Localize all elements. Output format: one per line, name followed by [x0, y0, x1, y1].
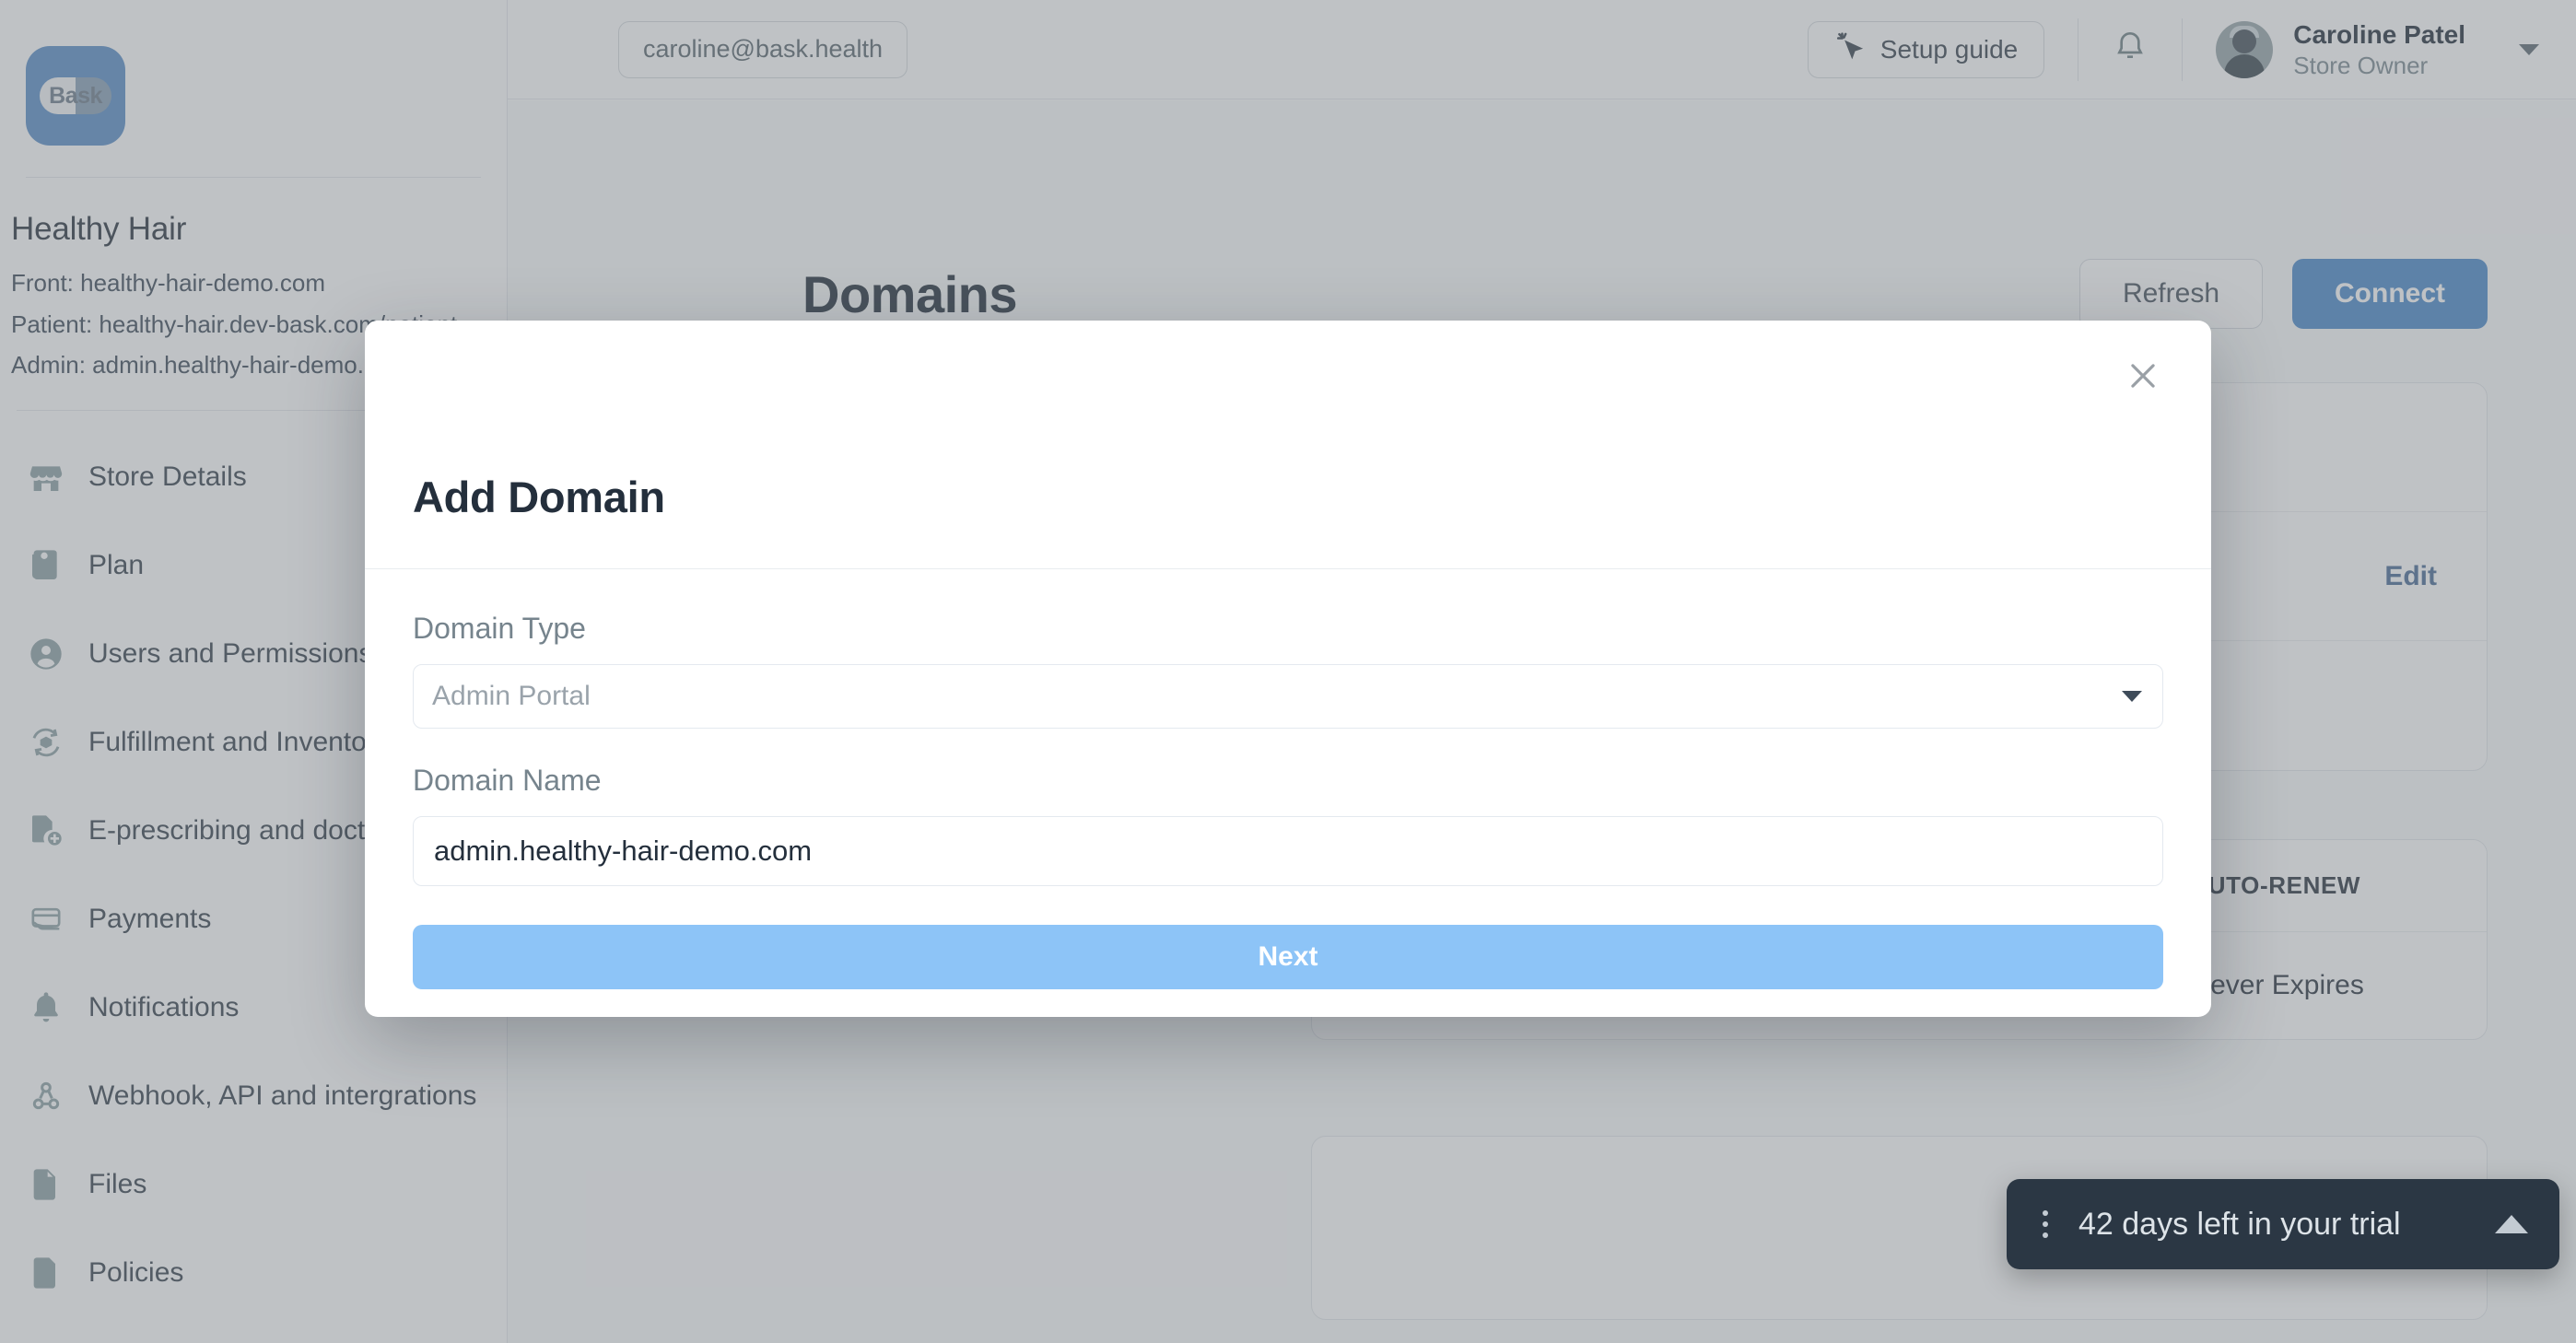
- domain-type-value: Admin Portal: [432, 681, 591, 712]
- sidebar-item-sales-channels[interactable]: Sales Channels: [0, 1317, 507, 1343]
- domain-type-select[interactable]: Admin Portal: [413, 664, 2163, 729]
- sidebar-item-label: Payments: [88, 904, 211, 935]
- modal-header: Add Domain: [365, 321, 2211, 569]
- sidebar-item-files[interactable]: Files: [0, 1140, 507, 1229]
- account-email-text: caroline@bask.health: [643, 35, 883, 64]
- next-button[interactable]: Next: [413, 925, 2163, 989]
- sidebar-item-label: Plan: [88, 550, 144, 581]
- chevron-down-icon: [2122, 691, 2142, 702]
- account-email-chip[interactable]: caroline@bask.health: [618, 21, 907, 78]
- trial-banner-text: 42 days left in your trial: [2078, 1207, 2401, 1243]
- bask-logo-text: Bask: [49, 83, 102, 110]
- bell-icon: [28, 989, 64, 1026]
- policy-document-icon: [28, 1255, 64, 1291]
- sidebar-item-label: E-prescribing and doctors: [88, 815, 404, 847]
- more-options-icon[interactable]: [2038, 1210, 2053, 1238]
- bask-logo[interactable]: Bask: [26, 46, 125, 146]
- page-title: Domains: [802, 264, 1017, 324]
- clipboard-icon: [28, 547, 64, 584]
- sidebar-item-label: Fulfillment and Inventory: [88, 727, 390, 758]
- user-info: Caroline Patel Store Owner: [2293, 18, 2465, 81]
- topbar-right-group: Setup guide: [1808, 0, 2576, 99]
- page-header: Domains Refresh Connect: [508, 100, 2576, 329]
- sidebar-item-label: Users and Permissions: [88, 638, 372, 670]
- notifications-button[interactable]: [2112, 29, 2149, 70]
- sidebar-item-label: Policies: [88, 1257, 183, 1289]
- page-actions: Refresh Connect: [2079, 259, 2488, 329]
- connect-button[interactable]: Connect: [2292, 259, 2488, 329]
- modal-title: Add Domain: [413, 472, 665, 522]
- avatar: [2216, 21, 2273, 78]
- domain-name-label: Domain Name: [413, 764, 2163, 798]
- user-name: Caroline Patel: [2293, 18, 2465, 51]
- sidebar-item-webhook-api-and-intergrations[interactable]: Webhook, API and intergrations: [0, 1052, 507, 1140]
- trial-banner[interactable]: 42 days left in your trial: [2007, 1179, 2559, 1269]
- domain-name-input[interactable]: [413, 816, 2163, 886]
- user-role: Store Owner: [2293, 51, 2465, 81]
- brand-divider: [26, 177, 481, 178]
- prescription-icon: [28, 812, 64, 849]
- user-circle-icon: [28, 636, 64, 672]
- field-spacer: [413, 729, 2163, 764]
- column-header-auto-renew: AUTO-RENEW: [2190, 871, 2442, 900]
- domain-type-label: Domain Type: [413, 612, 2163, 646]
- payment-card-icon: [28, 901, 64, 938]
- chevron-down-icon: [2519, 44, 2539, 55]
- topbar-separator-2: [2182, 18, 2183, 81]
- file-icon: [28, 1166, 64, 1203]
- store-name: Healthy Hair: [11, 211, 507, 248]
- sidebar-item-label: Notifications: [88, 992, 239, 1023]
- user-menu[interactable]: Caroline Patel Store Owner: [2216, 18, 2576, 81]
- card-row-action[interactable]: Edit: [2384, 561, 2437, 592]
- bell-icon: [2112, 29, 2149, 70]
- storefront-icon: [28, 459, 64, 496]
- modal-body: Domain Type Admin Portal Domain Name Nex…: [365, 569, 2211, 989]
- setup-guide-label: Setup guide: [1880, 35, 2018, 64]
- store-url-front: Front: healthy-hair-demo.com: [11, 263, 507, 304]
- sidebar-item-label: Webhook, API and intergrations: [88, 1080, 476, 1112]
- sparkle-cursor-icon: [1834, 30, 1866, 68]
- box-refresh-icon: [28, 724, 64, 761]
- refresh-button[interactable]: Refresh: [2079, 259, 2263, 329]
- sidebar-item-label: Files: [88, 1169, 146, 1200]
- close-icon[interactable]: [2113, 346, 2172, 405]
- cell-auto-renew: Never Expires: [2190, 970, 2442, 1001]
- chevron-up-icon[interactable]: [2495, 1215, 2528, 1233]
- add-domain-modal: Add Domain Domain Type Admin Portal Doma…: [365, 321, 2211, 1017]
- webhook-icon: [28, 1078, 64, 1115]
- sidebar-item-policies[interactable]: Policies: [0, 1229, 507, 1317]
- bask-logo-pill: Bask: [40, 77, 111, 114]
- topbar: caroline@bask.health Setup guide: [508, 0, 2576, 99]
- app-root: Bask Healthy Hair Front: healthy-hair-de…: [0, 0, 2576, 1343]
- sidebar-item-label: Store Details: [88, 461, 247, 493]
- setup-guide-button[interactable]: Setup guide: [1808, 21, 2044, 78]
